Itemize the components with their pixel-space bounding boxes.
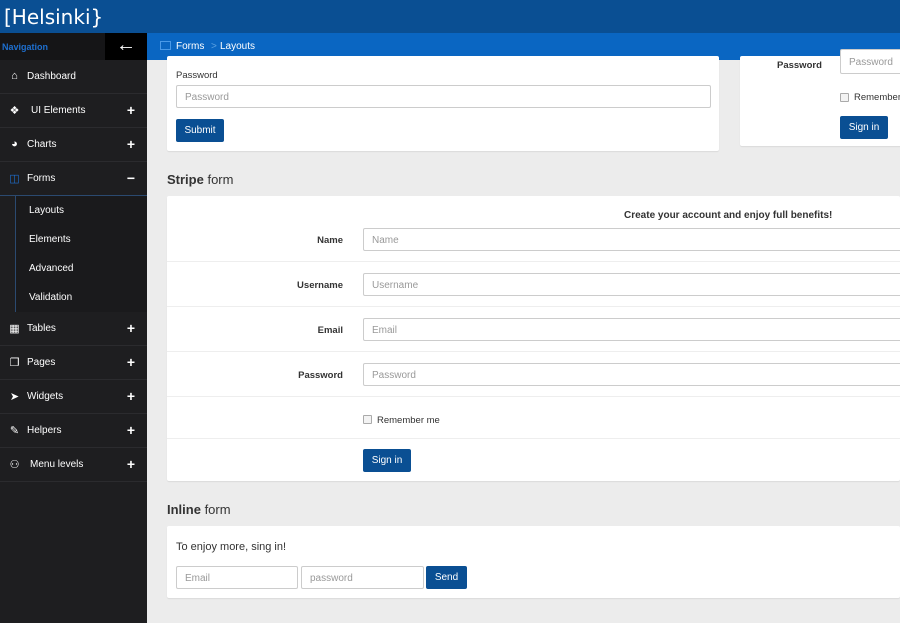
- table-icon: ▦: [9, 323, 20, 335]
- password-input[interactable]: Password: [176, 85, 711, 108]
- password-label: Password: [777, 60, 822, 71]
- username-input[interactable]: Username: [363, 273, 900, 296]
- sidebar-item-menu-levels[interactable]: ⚇ Menu levels +: [0, 448, 147, 482]
- title-bold: Inline: [167, 502, 201, 517]
- inline-form-card: To enjoy more, sing in! Email password S…: [167, 526, 900, 598]
- columns-icon: [160, 41, 171, 50]
- plus-icon[interactable]: +: [127, 354, 135, 370]
- plus-icon[interactable]: +: [127, 320, 135, 336]
- right-form-card: Password Password Remember Sign in: [740, 49, 900, 146]
- send-button[interactable]: Send: [426, 566, 467, 589]
- sidebar-item-forms[interactable]: ◫ Forms −: [0, 162, 147, 196]
- password-input[interactable]: Password: [363, 363, 900, 386]
- sidebar-subitem-elements[interactable]: Elements: [15, 225, 147, 254]
- stripe-form-card: Create your account and enjoy full benef…: [167, 196, 900, 481]
- form-row-email: Email Email: [167, 307, 900, 352]
- password-label: Password: [298, 370, 343, 381]
- sidebar-item-tables[interactable]: ▦ Tables +: [0, 312, 147, 346]
- sidebar-item-label: Forms: [27, 173, 56, 184]
- cubes-icon: ❖: [9, 105, 20, 117]
- sign-in-button[interactable]: Sign in: [363, 449, 411, 472]
- brand-logo[interactable]: [Helsinki}: [4, 5, 103, 29]
- sidebar-item-label: Menu levels: [30, 459, 84, 470]
- email-label: Email: [317, 325, 343, 336]
- sidebar-item-label: Tables: [27, 323, 56, 334]
- top-form-card: Password Password Submit: [167, 56, 719, 151]
- inline-form-title: Inline form: [167, 502, 231, 517]
- sidebar-item-label: UI Elements: [31, 105, 86, 116]
- name-input[interactable]: Name: [363, 228, 900, 251]
- form-row-name: Name Name: [167, 217, 900, 262]
- sign-in-button[interactable]: Sign in: [840, 116, 888, 139]
- sidebar-item-charts[interactable]: ◕ Charts +: [0, 128, 147, 162]
- title-rest: form: [203, 172, 234, 187]
- sidebar-item-label: Pages: [27, 357, 56, 368]
- form-row-password: Password Password: [167, 352, 900, 397]
- sidebar-item-label: Dashboard: [27, 71, 76, 82]
- copy-icon: ❐: [9, 357, 20, 369]
- stripe-form-title: Stripe form: [167, 172, 233, 187]
- breadcrumb-separator: >: [211, 41, 217, 52]
- breadcrumb-layouts[interactable]: Layouts: [220, 41, 255, 52]
- plus-icon[interactable]: +: [127, 422, 135, 438]
- top-bar: [Helsinki}: [0, 0, 900, 33]
- form-row-username: Username Username: [167, 262, 900, 307]
- password-label: Password: [176, 70, 218, 81]
- plus-icon[interactable]: +: [127, 136, 135, 152]
- inline-password-input[interactable]: password: [301, 566, 424, 589]
- arrow-left-icon[interactable]: ←: [105, 33, 147, 60]
- sidebar-item-widgets[interactable]: ➤ Widgets +: [0, 380, 147, 414]
- breadcrumb-forms[interactable]: Forms: [176, 41, 204, 52]
- sidebar-item-pages[interactable]: ❐ Pages +: [0, 346, 147, 380]
- submit-button[interactable]: Submit: [176, 119, 224, 142]
- sidebar-subitem-layouts[interactable]: Layouts: [15, 196, 147, 225]
- pie-chart-icon: ◕: [11, 138, 18, 150]
- inline-email-input[interactable]: Email: [176, 566, 298, 589]
- sitemap-icon: ⚇: [9, 459, 20, 471]
- home-icon: ⌂: [11, 70, 18, 82]
- remember-me-checkbox[interactable]: [363, 415, 372, 424]
- subitem-label: Layouts: [29, 205, 65, 216]
- sidebar-item-label: Widgets: [27, 391, 64, 402]
- subitem-label: Advanced: [29, 263, 74, 274]
- subitem-label: Elements: [29, 234, 71, 245]
- sidebar-item-helpers[interactable]: ✎ Helpers +: [0, 414, 147, 448]
- sidebar-subitem-validation[interactable]: Validation: [15, 283, 147, 312]
- email-input[interactable]: Email: [363, 318, 900, 341]
- magic-wand-icon: ✎: [9, 425, 20, 437]
- sidebar-item-label: Helpers: [27, 425, 62, 436]
- remember-label: Remember: [854, 92, 900, 103]
- paper-plane-icon: ➤: [9, 391, 20, 403]
- sidebar-subitem-advanced[interactable]: Advanced: [15, 254, 147, 283]
- form-row-remember: Remember me: [167, 397, 900, 439]
- sidebar-item-ui-elements[interactable]: ❖ UI Elements +: [0, 94, 147, 128]
- plus-icon[interactable]: +: [127, 456, 135, 472]
- minus-icon[interactable]: −: [127, 170, 135, 186]
- password-input[interactable]: Password: [840, 49, 900, 74]
- sidebar-item-label: Charts: [27, 139, 57, 150]
- subitem-label: Validation: [29, 292, 73, 303]
- inline-form-text: To enjoy more, sing in!: [176, 541, 287, 553]
- remember-checkbox[interactable]: [840, 93, 849, 102]
- title-bold: Stripe: [167, 172, 204, 187]
- sidebar: Navigation ← ⌂ Dashboard ❖ UI Elements + ◕ C…: [0, 33, 147, 623]
- remember-me-label: Remember me: [377, 415, 440, 426]
- nav-label: Navigation: [2, 42, 49, 52]
- columns-icon: ◫: [9, 173, 20, 185]
- plus-icon[interactable]: +: [127, 102, 135, 118]
- username-label: Username: [297, 280, 343, 291]
- name-label: Name: [317, 235, 343, 246]
- sidebar-item-dashboard[interactable]: ⌂ Dashboard: [0, 60, 147, 94]
- nav-header: Navigation ←: [0, 33, 147, 60]
- title-rest: form: [200, 502, 231, 517]
- plus-icon[interactable]: +: [127, 388, 135, 404]
